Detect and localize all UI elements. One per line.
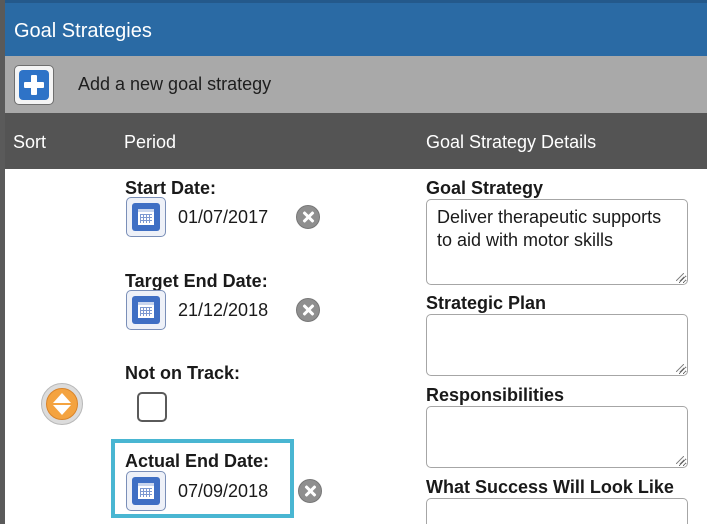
start-date-clear-icon[interactable] (296, 205, 320, 229)
plus-icon (19, 70, 49, 100)
panel-header: Goal Strategies (5, 0, 707, 56)
resize-grip-icon[interactable] (676, 273, 684, 281)
column-header-row: Sort Period Goal Strategy Details (5, 113, 707, 169)
target-end-date-row: 21/12/2018 (126, 290, 326, 330)
column-header-details: Goal Strategy Details (426, 132, 597, 152)
actual-end-date-clear-icon[interactable] (298, 479, 322, 503)
column-header-period: Period (124, 132, 177, 152)
goal-strategy-textarea[interactable]: Deliver therapeutic supports to aid with… (426, 199, 688, 285)
goal-strategy-label: Goal Strategy (426, 178, 544, 198)
not-on-track-label: Not on Track: (125, 363, 241, 383)
calendar-icon (132, 477, 160, 505)
add-strategy-bar: Add a new goal strategy (5, 56, 707, 113)
start-date-calendar-button[interactable] (126, 197, 166, 237)
actual-end-date-label: Actual End Date: (125, 451, 270, 471)
strategic-plan-label: Strategic Plan (426, 293, 547, 313)
success-textarea[interactable] (426, 498, 688, 524)
sort-arrows-icon (46, 388, 78, 420)
responsibilities-label: Responsibilities (426, 385, 565, 405)
column-header-sort: Sort (13, 132, 47, 152)
target-end-date-calendar-button[interactable] (126, 290, 166, 330)
success-label: What Success Will Look Like (426, 477, 674, 497)
goal-strategy-text: Deliver therapeutic supports to aid with… (437, 207, 662, 250)
target-end-date-clear-icon[interactable] (296, 298, 320, 322)
panel-title: Goal Strategies (14, 20, 152, 42)
sort-handle[interactable] (41, 383, 83, 425)
start-date-label: Start Date: (125, 178, 217, 198)
target-end-date-label: Target End Date: (125, 271, 268, 291)
start-date-value[interactable]: 01/07/2017 (178, 207, 268, 228)
goal-strategies-panel: Goal Strategies Add a new goal strategy … (0, 0, 707, 524)
start-date-row: 01/07/2017 (126, 197, 326, 237)
actual-end-date-calendar-button[interactable] (126, 471, 166, 511)
actual-end-date-row: 07/09/2018 (126, 471, 326, 511)
resize-grip-icon[interactable] (676, 364, 684, 372)
add-strategy-button[interactable] (14, 65, 54, 105)
calendar-icon (132, 203, 160, 231)
actual-end-date-value[interactable]: 07/09/2018 (178, 481, 268, 502)
not-on-track-checkbox[interactable] (137, 392, 167, 422)
strategic-plan-textarea[interactable] (426, 314, 688, 376)
calendar-icon (132, 296, 160, 324)
resize-grip-icon[interactable] (676, 456, 684, 464)
responsibilities-textarea[interactable] (426, 406, 688, 468)
target-end-date-value[interactable]: 21/12/2018 (178, 300, 268, 321)
add-strategy-label[interactable]: Add a new goal strategy (78, 74, 271, 95)
